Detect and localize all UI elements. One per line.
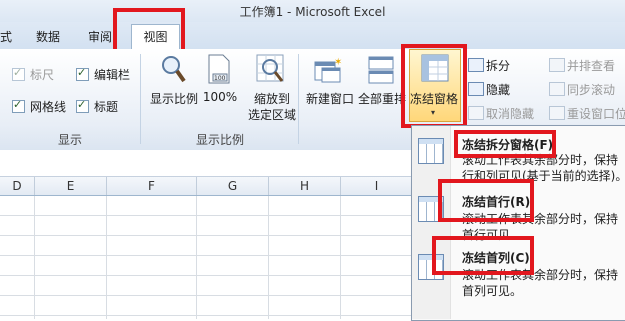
column-header[interactable]: G <box>197 177 269 195</box>
page-100-icon[interactable]: 100 <box>206 54 232 84</box>
new-window-button[interactable]: 新建窗口 <box>302 90 358 107</box>
gridlines-label: 网格线 <box>30 100 67 114</box>
group-label-zoom: 显示比例 <box>195 133 244 147</box>
headings-label: 标题 <box>94 100 119 114</box>
new-window-icon[interactable]: ✶ <box>314 56 344 84</box>
zoom-selection-label-1[interactable]: 缩放到 <box>244 90 300 107</box>
group-label-show: 显示 <box>57 133 82 147</box>
hide-button[interactable]: 隐藏 <box>486 81 510 98</box>
column-header[interactable]: F <box>107 177 197 195</box>
grid-line <box>268 196 269 319</box>
side-by-side-button[interactable]: 并排查看 <box>567 57 615 74</box>
zoom-selection-icon[interactable] <box>256 54 286 84</box>
tab-data[interactable]: 数据 <box>36 28 60 45</box>
grid-line <box>340 196 341 319</box>
column-header[interactable]: D <box>0 177 35 195</box>
grid-line <box>196 196 197 319</box>
formula-bar-label: 编辑栏 <box>94 68 131 82</box>
gridlines-checkbox[interactable] <box>12 98 25 113</box>
zoom-button[interactable]: 显示比例 <box>146 90 202 107</box>
svg-text:100: 100 <box>214 75 226 82</box>
window-title: 工作簿1 - Microsoft Excel <box>239 5 386 19</box>
highlight-box-freeze-button <box>401 44 467 128</box>
grid-line <box>106 196 107 319</box>
unhide-icon[interactable] <box>468 106 484 120</box>
arrange-all-icon[interactable] <box>368 56 394 84</box>
zoom-100-button[interactable]: 100% <box>200 90 240 104</box>
highlight-box-view-tab <box>113 8 185 54</box>
side-by-side-icon[interactable] <box>549 58 565 72</box>
grid-line <box>34 196 35 319</box>
reset-window-button[interactable]: 重设窗口位 <box>567 105 625 122</box>
column-header[interactable]: H <box>269 177 341 195</box>
hide-icon[interactable] <box>468 82 484 96</box>
group-separator <box>298 54 299 144</box>
zoom-selection-label-2[interactable]: 选定区域 <box>244 106 300 123</box>
headings-checkbox[interactable] <box>76 98 89 113</box>
split-button[interactable]: 拆分 <box>486 57 510 74</box>
menu-item-desc: 首列可见。 <box>462 284 523 298</box>
svg-text:✶: ✶ <box>334 57 342 68</box>
column-header[interactable]: I <box>341 177 413 195</box>
sync-scroll-button[interactable]: 同步滚动 <box>567 81 615 98</box>
highlight-box-freeze-top-row <box>438 179 534 222</box>
sync-scroll-icon[interactable] <box>549 82 565 96</box>
column-header[interactable]: E <box>35 177 107 195</box>
magnifier-icon[interactable] <box>160 54 186 84</box>
freeze-panes-menu-icon <box>418 138 444 164</box>
reset-window-icon[interactable] <box>549 106 565 120</box>
highlight-box-freeze-first-column <box>432 236 534 275</box>
split-icon[interactable] <box>468 58 484 72</box>
highlight-box-freeze-panes <box>454 130 556 158</box>
formula-bar-checkbox[interactable] <box>76 66 89 81</box>
group-separator <box>140 54 141 144</box>
tab-review[interactable]: 审阅 <box>88 28 112 45</box>
ruler-label: 标尺 <box>30 68 55 82</box>
tab-formulas[interactable]: 式 <box>0 28 12 45</box>
unhide-button[interactable]: 取消隐藏 <box>486 105 534 122</box>
ruler-checkbox[interactable] <box>12 66 25 81</box>
